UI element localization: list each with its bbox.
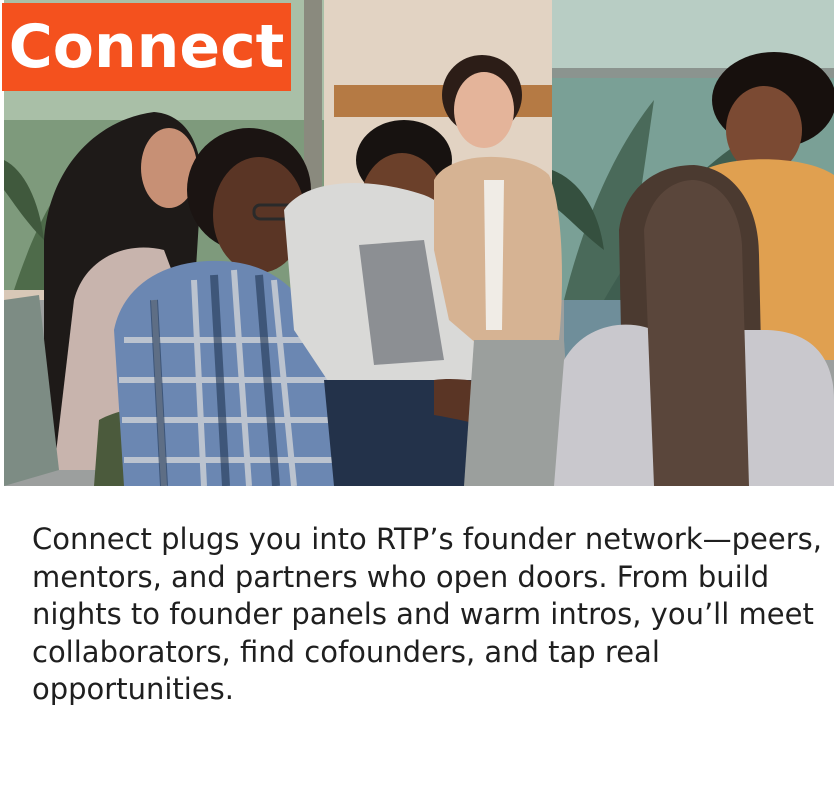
feature-card: Connect Connect plugs you into RTP’s fou…	[0, 0, 837, 801]
card-title: Connect	[2, 3, 291, 91]
card-description: Connect plugs you into RTP’s founder net…	[32, 522, 822, 706]
